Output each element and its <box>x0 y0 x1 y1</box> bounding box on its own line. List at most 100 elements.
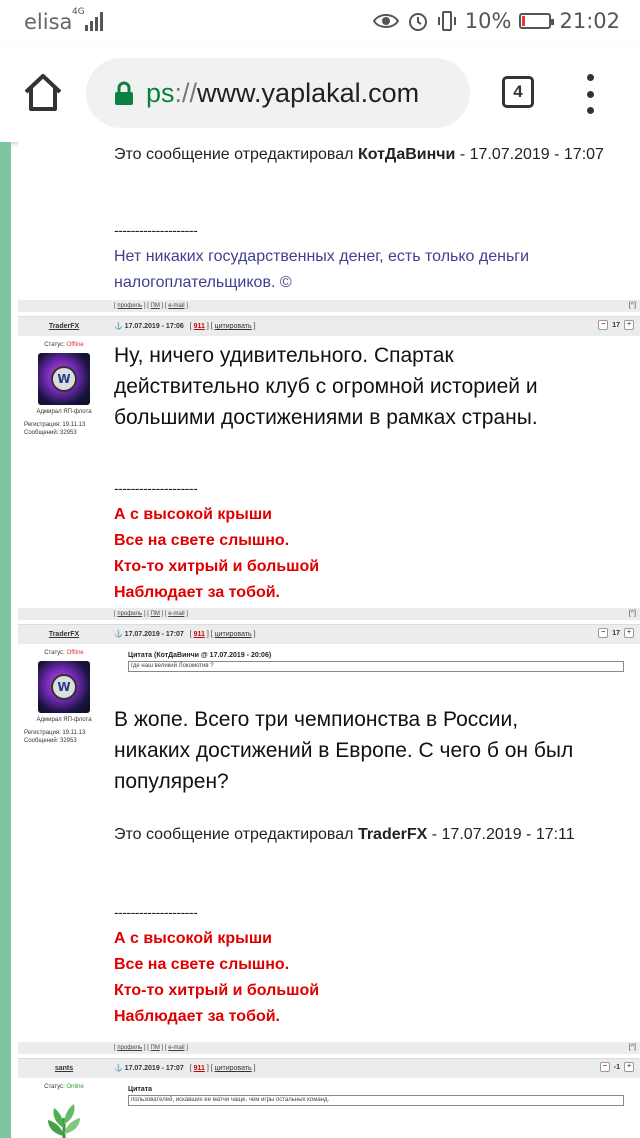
user-status: Статус: Offline <box>18 342 110 348</box>
quote-link[interactable]: цитировать <box>215 1065 252 1072</box>
quote-text: пользователей, искавших ее матчи чаще, ч… <box>128 1095 624 1106</box>
pm-link[interactable]: ПМ <box>151 611 160 617</box>
post-body: Статус: Online Цитата пользователей, иск… <box>18 1078 640 1138</box>
post-text-line: действительно клуб с огромной историей и <box>114 375 538 398</box>
tree-avatar-icon <box>48 1104 80 1138</box>
signature-text: А с высокой крыши <box>114 930 272 947</box>
quote-text: где наш великий Локомотив ? <box>128 661 624 672</box>
post-number[interactable]: 911 <box>194 631 205 638</box>
user-rank: Адмирал ЯП-флота <box>36 717 92 723</box>
post-footer-links: [ профиль ] [ ПМ ] [ e-mail ] <box>114 1045 188 1051</box>
post-body: Статус: Offline W Адмирал ЯП-флота Регис… <box>18 336 640 608</box>
page-viewport: Это сообщение отредактировал КотДаВинчи … <box>0 142 640 1138</box>
post-author[interactable]: TraderFX <box>18 631 110 638</box>
post-footer: [ профиль ] [ ПМ ] [ e-mail ] [^] <box>18 300 640 312</box>
signature-divider: -------------------- <box>114 222 198 238</box>
scroll-top-link[interactable]: [^] <box>629 610 636 617</box>
profile-link[interactable]: профиль <box>117 611 142 617</box>
message-count: Сообщений: 32953 <box>24 430 77 436</box>
post-rating: − -1 + <box>599 1062 634 1072</box>
url-text[interactable]: ps://www.yaplakal.com <box>146 78 419 109</box>
user-info: Статус: Online <box>18 1078 110 1138</box>
user-info: Статус: Offline W Адмирал ЯП-флота Регис… <box>18 336 110 437</box>
user-status: Статус: Online <box>18 1084 110 1090</box>
pm-link[interactable]: ПМ <box>151 1045 160 1051</box>
anchor-icon[interactable]: ⚓ <box>114 631 123 638</box>
rating-value: -1 <box>613 1063 620 1071</box>
browser-toolbar: ps://www.yaplakal.com 4 <box>0 44 640 142</box>
post-header: sants ⚓ 17.07.2019 - 17:07 [ 911 ] [ цит… <box>18 1058 640 1078</box>
scroll-top-link[interactable]: [^] <box>629 1044 636 1051</box>
post-meta: ⚓ 17.07.2019 - 17:07 [ 911 ] [ цитироват… <box>114 631 256 638</box>
post-footer-links: [ профиль ] [ ПМ ] [ e-mail ] <box>114 303 188 309</box>
post-number[interactable]: 911 <box>194 1065 205 1072</box>
edited-time: - 17.07.2019 - 17:11 <box>427 826 575 843</box>
status-value: Offline <box>66 342 84 348</box>
edited-prefix: Это сообщение отредактировал <box>114 826 358 843</box>
forum-post: TraderFX ⚓ 17.07.2019 - 17:07 [ 911 ] [ … <box>18 624 640 1054</box>
edited-user[interactable]: КотДаВинчи <box>358 146 455 163</box>
signature-text: Все на свете слышно. <box>114 532 290 549</box>
address-bar[interactable]: ps://www.yaplakal.com <box>86 58 470 128</box>
anchor-icon[interactable]: ⚓ <box>114 1065 123 1072</box>
email-link[interactable]: e-mail <box>168 1045 184 1051</box>
edited-time: - 17.07.2019 - 17:07 <box>455 146 604 163</box>
post-number[interactable]: 911 <box>194 323 205 330</box>
eye-icon <box>372 14 399 28</box>
status-value: Offline <box>66 650 84 656</box>
registration-date: Регистрация: 19.11.13 <box>24 422 86 428</box>
anchor-icon[interactable]: ⚓ <box>114 323 123 330</box>
overflow-menu-icon[interactable] <box>582 74 598 114</box>
rate-down-icon[interactable]: − <box>599 1062 610 1072</box>
user-rank: Адмирал ЯП-флота <box>36 409 92 415</box>
lock-icon <box>115 81 133 105</box>
email-link[interactable]: e-mail <box>168 611 184 617</box>
post-text: В жопе. Всего три чемпионства в России, … <box>114 704 634 797</box>
rating-value: 17 <box>612 629 620 637</box>
post-rating: −17 + <box>598 628 634 638</box>
post-body: Статус: Offline W Адмирал ЯП-флота Регис… <box>18 644 640 1042</box>
home-icon[interactable] <box>22 72 64 112</box>
carrier-name: elisa <box>24 10 73 34</box>
battery-icon <box>519 13 555 29</box>
message-count: Сообщений: 32953 <box>24 738 77 744</box>
rate-down-icon[interactable]: − <box>598 628 609 638</box>
rating-value: 17 <box>612 321 620 329</box>
status-label: Статус: <box>44 342 67 348</box>
post-text-line: популярен? <box>114 770 229 793</box>
forum-post: Это сообщение отредактировал КотДаВинчи … <box>18 142 640 312</box>
signature-text: Нет никаких государственных денег, есть … <box>114 248 530 265</box>
email-link[interactable]: e-mail <box>168 303 184 309</box>
post-datetime: 17.07.2019 - 17:07 <box>124 631 184 638</box>
status-value: Online <box>66 1084 84 1090</box>
quote-link[interactable]: цитировать <box>215 323 252 330</box>
tab-switcher-button[interactable]: 4 <box>502 76 534 108</box>
vw-logo-icon: W <box>51 366 77 392</box>
scroll-top-link[interactable]: [^] <box>629 302 636 309</box>
quote-header: Цитата <box>128 1086 153 1093</box>
profile-link[interactable]: профиль <box>117 1045 142 1051</box>
post-rating: −17 + <box>598 320 634 330</box>
post-author[interactable]: sants <box>18 1065 110 1072</box>
forum-post: TraderFX ⚓ 17.07.2019 - 17:06 [ 911 ] [ … <box>18 316 640 620</box>
signature-text: А с высокой крыши <box>114 506 272 523</box>
profile-link[interactable]: профиль <box>117 303 142 309</box>
signature-text: Кто-то хитрый и большой <box>114 982 320 999</box>
signature-divider: -------------------- <box>114 480 198 496</box>
pm-link[interactable]: ПМ <box>151 303 160 309</box>
post-author[interactable]: TraderFX <box>18 323 110 330</box>
rate-down-icon[interactable]: − <box>598 320 609 330</box>
post-header: TraderFX ⚓ 17.07.2019 - 17:07 [ 911 ] [ … <box>18 624 640 644</box>
rate-up-icon[interactable]: + <box>624 320 634 330</box>
edited-user[interactable]: TraderFX <box>358 826 427 843</box>
rate-up-icon[interactable]: + <box>624 628 634 638</box>
signature-divider: -------------------- <box>114 904 198 920</box>
post-footer: [ профиль ] [ ПМ ] [ e-mail ] [^] <box>18 608 640 620</box>
alarm-icon <box>408 13 427 31</box>
rate-up-icon[interactable]: + <box>624 1062 634 1072</box>
signature-text: Наблюдает за тобой. <box>114 584 280 601</box>
registration-date: Регистрация: 19.11.13 <box>24 730 86 736</box>
quote-link[interactable]: цитировать <box>215 631 252 638</box>
signature-text: налогоплательщиков. © <box>114 274 292 291</box>
edited-note: Это сообщение отредактировал TraderFX - … <box>114 826 575 844</box>
